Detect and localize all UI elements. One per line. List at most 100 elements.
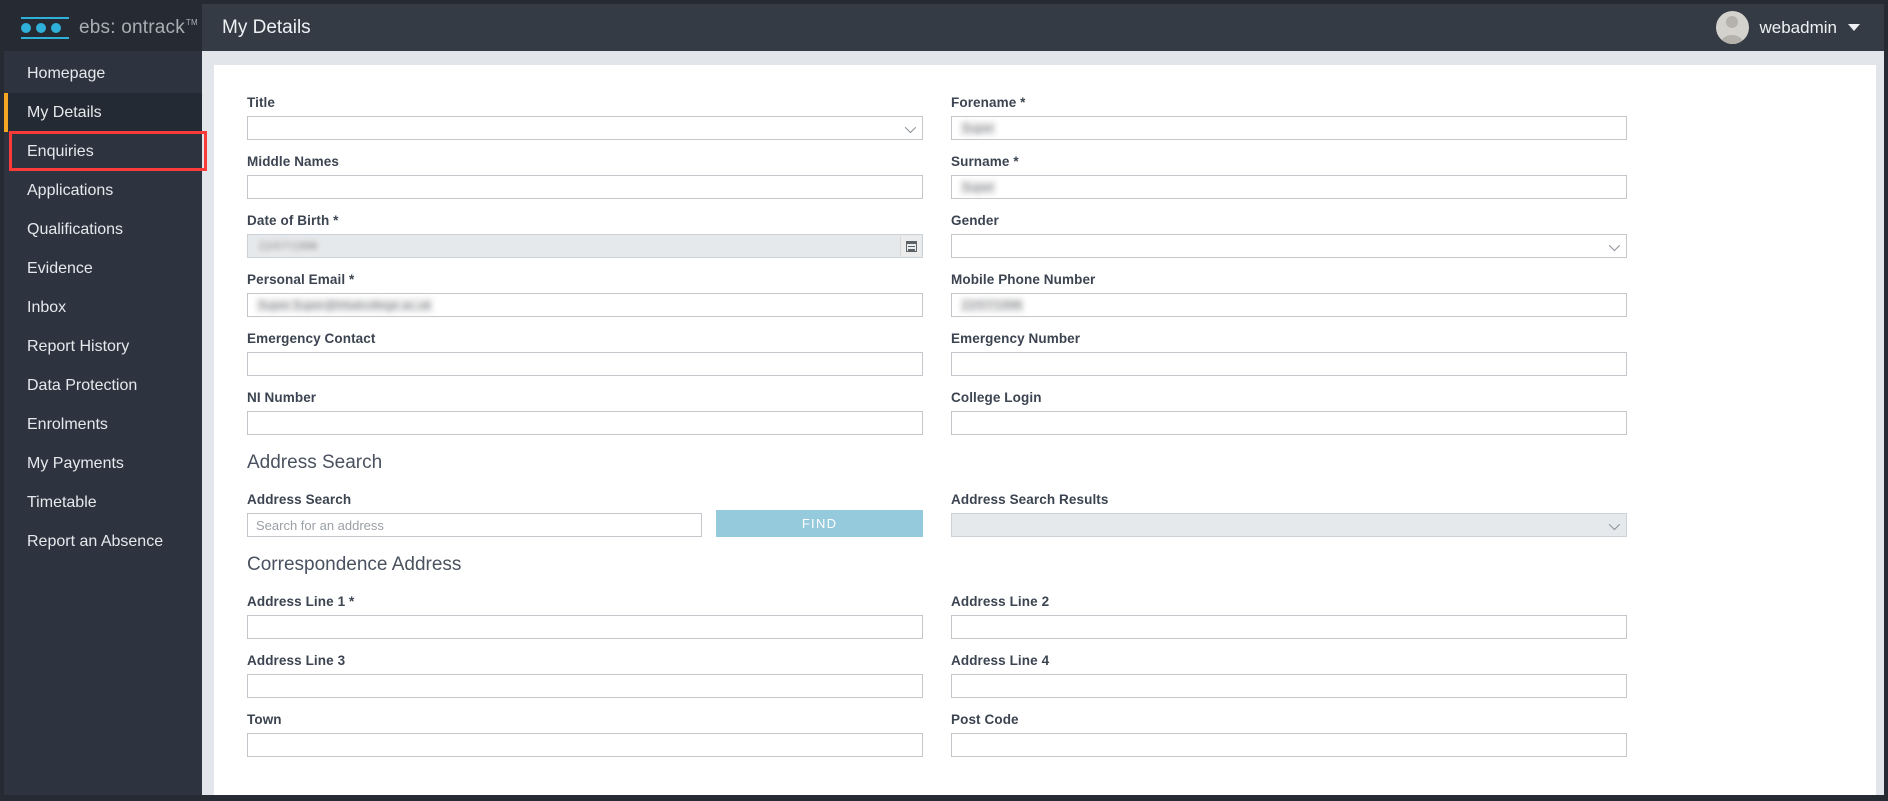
title-select[interactable]	[247, 116, 923, 140]
sidebar-item-enrolments[interactable]: Enrolments	[4, 405, 202, 444]
field-address-line-1: Address Line 1 *	[247, 594, 923, 639]
surname-input[interactable]: Super	[951, 175, 1627, 199]
sidebar-item-data-protection[interactable]: Data Protection	[4, 366, 202, 405]
field-label: Town	[247, 712, 282, 727]
form-row: Address Line 3 Address Line 4	[247, 653, 1843, 698]
date-of-birth-value: 22/07/1996	[256, 238, 321, 254]
trademark-mark: TM	[185, 17, 198, 27]
sidebar-item-label: Enquiries	[27, 142, 94, 160]
chevron-down-icon	[904, 121, 917, 134]
sidebar-item-applications[interactable]: Applications	[4, 171, 202, 210]
address-search-placeholder: Search for an address	[256, 517, 384, 533]
college-login-input[interactable]	[951, 411, 1627, 435]
address-search-group: Address Search Search for an address FIN…	[247, 492, 923, 537]
field-personal-email: Personal Email * Super.Super@trbatcolleg…	[247, 272, 923, 317]
personal-email-input[interactable]: Super.Super@trbatcollege.ac.uk	[247, 293, 923, 317]
form-row: Town Post Code	[247, 712, 1843, 757]
ni-number-input[interactable]	[247, 411, 923, 435]
field-title: Title	[247, 95, 923, 140]
calendar-icon[interactable]	[900, 236, 921, 256]
mobile-phone-input[interactable]: 22/07/1996	[951, 293, 1627, 317]
chevron-down-icon	[1608, 239, 1621, 252]
field-emergency-contact: Emergency Contact	[247, 331, 923, 376]
field-surname: Surname * Super	[951, 154, 1627, 199]
top-bar: ebs: ontrackTM My Details webadmin	[4, 4, 1884, 51]
field-label: Mobile Phone Number	[951, 272, 1096, 287]
details-form-card: Title Forename * Super Middle Names Surn…	[214, 65, 1876, 795]
chevron-down-icon[interactable]	[1848, 24, 1860, 31]
middle-names-input[interactable]	[247, 175, 923, 199]
emergency-contact-input[interactable]	[247, 352, 923, 376]
user-avatar-icon	[1715, 11, 1749, 44]
field-forename: Forename * Super	[951, 95, 1627, 140]
emergency-number-input[interactable]	[951, 352, 1627, 376]
sidebar-item-report-an-absence[interactable]: Report an Absence	[4, 522, 202, 561]
field-label: Forename *	[951, 95, 1026, 110]
sidebar-navigation: Homepage My Details Enquiries Applicatio…	[4, 51, 202, 795]
form-row: Address Line 1 * Address Line 2	[247, 594, 1843, 639]
sidebar-item-report-history[interactable]: Report History	[4, 327, 202, 366]
field-label: Middle Names	[247, 154, 339, 169]
sidebar-item-my-payments[interactable]: My Payments	[4, 444, 202, 483]
field-label: Personal Email *	[247, 272, 355, 287]
field-label: Surname *	[951, 154, 1019, 169]
sidebar-item-enquiries[interactable]: Enquiries	[4, 132, 202, 171]
sidebar-item-label: Report History	[27, 337, 130, 355]
sidebar-item-label: Qualifications	[27, 220, 124, 238]
field-address-line-3: Address Line 3	[247, 653, 923, 698]
field-label: Title	[247, 95, 276, 110]
address-search-results-select[interactable]	[951, 513, 1627, 537]
form-row: Title Forename * Super	[247, 95, 1843, 140]
sidebar-item-label: Homepage	[27, 64, 106, 82]
field-label: Address Line 4	[951, 653, 1050, 668]
post-code-input[interactable]	[951, 733, 1627, 757]
sidebar-item-label: My Details	[27, 103, 102, 121]
forename-input[interactable]: Super	[951, 116, 1627, 140]
sidebar-item-label: Evidence	[27, 259, 93, 277]
field-address-search-results: Address Search Results	[951, 492, 1627, 537]
form-row: Emergency Contact Emergency Number	[247, 331, 1843, 376]
application-window: ebs: ontrackTM My Details webadmin Homep…	[0, 0, 1888, 801]
mobile-phone-value: 22/07/1996	[960, 297, 1025, 313]
sidebar-item-label: Report an Absence	[27, 532, 164, 550]
address-search-input[interactable]: Search for an address	[247, 513, 703, 537]
town-input[interactable]	[247, 733, 923, 757]
gender-select[interactable]	[951, 234, 1627, 258]
field-address-line-4: Address Line 4	[951, 653, 1627, 698]
field-label: NI Number	[247, 390, 317, 405]
field-label: Emergency Number	[951, 331, 1081, 346]
brand-name-text: ebs: ontrack	[79, 16, 185, 38]
field-label: College Login	[951, 390, 1042, 405]
address-line-3-input[interactable]	[247, 674, 923, 698]
sidebar-item-qualifications[interactable]: Qualifications	[4, 210, 202, 249]
forename-value: Super	[960, 120, 997, 136]
sidebar-item-label: Timetable	[27, 493, 97, 511]
field-college-login: College Login	[951, 390, 1627, 435]
field-label: Gender	[951, 213, 999, 228]
sidebar-item-evidence[interactable]: Evidence	[4, 249, 202, 288]
sidebar-item-inbox[interactable]: Inbox	[4, 288, 202, 327]
brand-name: ebs: ontrackTM	[79, 16, 198, 39]
field-emergency-number: Emergency Number	[951, 331, 1627, 376]
brand-logo[interactable]: ebs: ontrackTM	[4, 4, 202, 51]
sidebar-item-label: My Payments	[27, 454, 124, 472]
field-town: Town	[247, 712, 923, 757]
sidebar-item-label: Applications	[27, 181, 114, 199]
field-address-line-2: Address Line 2	[951, 594, 1627, 639]
address-line-1-input[interactable]	[247, 615, 923, 639]
sidebar-item-timetable[interactable]: Timetable	[4, 483, 202, 522]
chevron-down-icon	[1608, 518, 1621, 531]
personal-email-value: Super.Super@trbatcollege.ac.uk	[256, 297, 433, 313]
sidebar-item-homepage[interactable]: Homepage	[4, 54, 202, 93]
field-gender: Gender	[951, 213, 1627, 258]
date-of-birth-input[interactable]: 22/07/1996	[247, 234, 923, 258]
user-menu[interactable]: webadmin	[1715, 4, 1885, 51]
field-label: Post Code	[951, 712, 1019, 727]
sidebar-item-my-details[interactable]: My Details	[4, 93, 202, 132]
address-line-2-input[interactable]	[951, 615, 1627, 639]
field-label: Address Line 1 *	[247, 594, 355, 609]
field-label: Address Search	[247, 492, 352, 507]
main-content-area: Title Forename * Super Middle Names Surn…	[202, 51, 1884, 795]
find-button[interactable]: FIND	[716, 510, 923, 537]
address-line-4-input[interactable]	[951, 674, 1627, 698]
